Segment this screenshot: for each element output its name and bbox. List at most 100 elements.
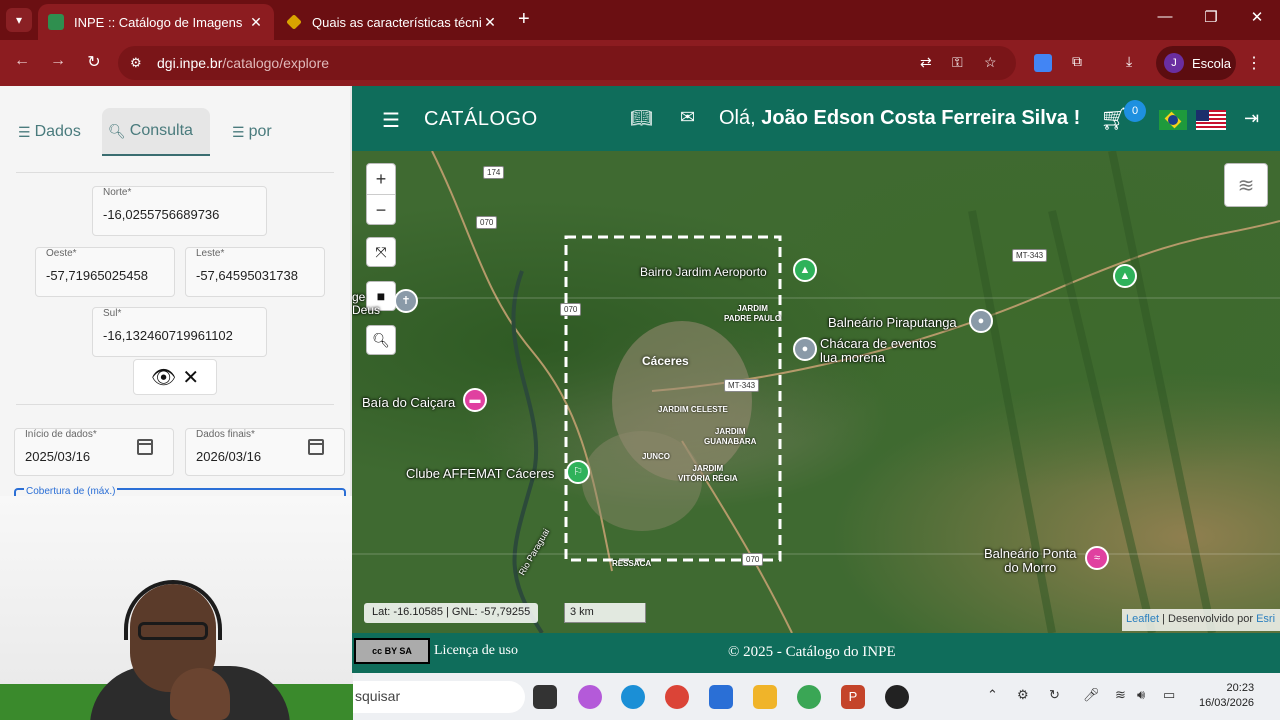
tray-chevron-icon[interactable]: ⌃: [987, 687, 998, 703]
battery-icon[interactable]: ▭: [1163, 687, 1175, 703]
mail-icon[interactable]: ✉: [680, 107, 695, 128]
north-field[interactable]: Norte* -16,0255756689736: [92, 186, 267, 236]
file-explorer-icon[interactable]: [753, 685, 777, 709]
zoom-out-button[interactable]: −: [367, 194, 395, 224]
extensions-icon[interactable]: ⧉: [1072, 53, 1082, 70]
wifi-icon[interactable]: ≋: [1115, 687, 1126, 703]
microphone-icon[interactable]: 🎤︎: [1083, 687, 1100, 703]
close-tab-icon[interactable]: ✕: [482, 14, 498, 31]
clear-icon[interactable]: ✕: [182, 365, 199, 390]
map-label-junco: JUNCO: [642, 452, 671, 461]
map-view[interactable]: + − ⤧ ■ 🔍︎ ≋ Bairro Jardim Aeroporto Bal…: [352, 151, 1280, 633]
place-marker-icon[interactable]: ●: [969, 309, 993, 333]
hamburger-menu-icon[interactable]: ☰: [382, 108, 400, 133]
manual-book-icon[interactable]: 📖︎: [630, 108, 653, 129]
map-label-guanabara: JARDIM GUANABARA: [704, 427, 757, 446]
north-value: -16,0255756689736: [103, 207, 220, 222]
copyright-text: © 2025 - Catálogo do INPE: [728, 644, 896, 660]
copilot-icon[interactable]: [578, 685, 602, 709]
west-value: -57,71965025458: [46, 268, 148, 283]
zoom-in-button[interactable]: +: [367, 164, 395, 194]
tab-title: Quais as características técnicas: [312, 14, 482, 30]
east-field[interactable]: Leste* -57,64595031738: [185, 247, 325, 297]
chrome-icon[interactable]: [665, 685, 689, 709]
app-title: CATÁLOGO: [424, 108, 538, 130]
new-tab-icon[interactable]: +: [518, 8, 530, 31]
road-line: [431, 151, 613, 572]
swim-marker-icon[interactable]: ≈: [1085, 546, 1109, 570]
search-icon: 🔍︎: [108, 122, 126, 139]
tray-app-icon[interactable]: ⚙: [1017, 687, 1029, 703]
west-field[interactable]: Oeste* -57,71965025458: [35, 247, 175, 297]
park-marker-icon[interactable]: ▲: [1113, 264, 1137, 288]
webcam-overlay: [0, 496, 353, 720]
layers-button[interactable]: ≋: [1224, 163, 1268, 207]
more-menu-icon[interactable]: ⋮: [1246, 53, 1262, 73]
volume-icon[interactable]: 🔊︎: [1137, 687, 1145, 703]
forward-icon[interactable]: →: [46, 52, 70, 70]
translate-icon[interactable]: ⇄: [920, 54, 932, 71]
store-icon[interactable]: [709, 685, 733, 709]
hotel-marker-icon[interactable]: ▬: [463, 388, 487, 412]
tab-consulta[interactable]: 🔍︎ Consulta: [102, 108, 210, 156]
reload-icon[interactable]: ↻: [82, 52, 106, 72]
calendar-icon[interactable]: [137, 439, 153, 455]
app-footer: cc BY SA Licença de uso © 2025 - Catálog…: [352, 633, 1280, 673]
tab-search-dropdown-icon[interactable]: ▾: [6, 8, 32, 32]
cc-license-badge[interactable]: cc BY SA: [354, 638, 430, 664]
restore-icon[interactable]: ❐: [1188, 8, 1234, 26]
fullscreen-button[interactable]: ⤧: [366, 237, 396, 267]
system-clock[interactable]: 20:23 16/03/2026: [1199, 681, 1254, 711]
start-date-field[interactable]: Início de dados* 2025/03/16: [14, 428, 174, 476]
bookmark-star-icon[interactable]: ☆: [984, 54, 997, 71]
esri-link[interactable]: Esri: [1256, 613, 1275, 625]
address-bar[interactable]: ⚙ dgi.inpe.br/catalogo/explore ⇄ ⚿ ☆: [118, 46, 1016, 80]
avatar: J: [1164, 53, 1184, 73]
app-header: ☰ CATÁLOGO 📖︎ ✉ Olá, João Edson Costa Fe…: [352, 86, 1280, 151]
powerpoint-icon[interactable]: P: [841, 685, 865, 709]
chrome-profile-icon[interactable]: [797, 685, 821, 709]
river-line: [511, 270, 544, 633]
leaflet-link[interactable]: Leaflet: [1126, 613, 1159, 625]
us-flag-icon[interactable]: [1196, 110, 1226, 130]
map-label-caicara: Baía do Caiçara: [362, 395, 456, 410]
close-window-icon[interactable]: ✕: [1234, 8, 1280, 26]
logout-icon[interactable]: ⇥: [1244, 108, 1259, 129]
profile-button[interactable]: J Escola: [1156, 46, 1236, 80]
license-link[interactable]: Licença de uso: [434, 643, 518, 659]
park-marker-icon[interactable]: ▲: [793, 258, 817, 282]
map-label-caceres: Cáceres: [642, 354, 689, 368]
task-view-icon[interactable]: [533, 685, 557, 709]
south-value: -16,132460719961102: [103, 328, 233, 343]
gemini-favicon-icon: [286, 14, 302, 30]
map-label-ressaca: RESSACA: [612, 559, 652, 568]
tray-sync-icon[interactable]: ↻: [1049, 687, 1060, 703]
south-field[interactable]: Sul* -16,132460719961102: [92, 307, 267, 357]
toggle-bbox-button[interactable]: 👁︎ ✕: [133, 359, 217, 395]
key-icon[interactable]: ⚿: [952, 54, 963, 71]
tab-dados[interactable]: ☰ Dados: [12, 108, 87, 156]
close-tab-icon[interactable]: ✕: [248, 14, 264, 31]
google-translate-extension-icon[interactable]: [1034, 54, 1052, 72]
minimize-icon[interactable]: —: [1142, 8, 1188, 25]
browser-tab-quais[interactable]: Quais as características técnicas ✕: [276, 4, 508, 40]
place-marker-icon[interactable]: ●: [793, 337, 817, 361]
taskbar-search[interactable]: squisar: [353, 681, 525, 713]
church-marker-icon[interactable]: ✝: [394, 289, 418, 313]
map-search-button[interactable]: 🔍︎: [366, 325, 396, 355]
start-date-value: 2025/03/16: [25, 449, 91, 464]
sports-marker-icon[interactable]: ⚐: [566, 460, 590, 484]
back-icon[interactable]: ←: [10, 52, 34, 70]
calendar-icon[interactable]: [308, 439, 324, 455]
west-label: Oeste*: [46, 248, 77, 259]
site-info-icon[interactable]: ⚙: [130, 55, 142, 71]
tab-por[interactable]: ☰ por: [226, 108, 278, 156]
browser-tab-catalogo[interactable]: INPE :: Catálogo de Imagens ✕: [38, 4, 274, 40]
edge-icon[interactable]: [621, 685, 645, 709]
end-date-field[interactable]: Dados finais* 2026/03/16: [185, 428, 345, 476]
brazil-flag-icon[interactable]: [1159, 110, 1187, 130]
map-label-affemat: Clube AFFEMAT Cáceres: [406, 466, 555, 481]
download-icon[interactable]: ⤓: [1126, 53, 1132, 70]
browser-toolbar: ← → ↻ ⚙ dgi.inpe.br/catalogo/explore ⇄ ⚿…: [0, 40, 1280, 86]
obs-icon[interactable]: [885, 685, 909, 709]
